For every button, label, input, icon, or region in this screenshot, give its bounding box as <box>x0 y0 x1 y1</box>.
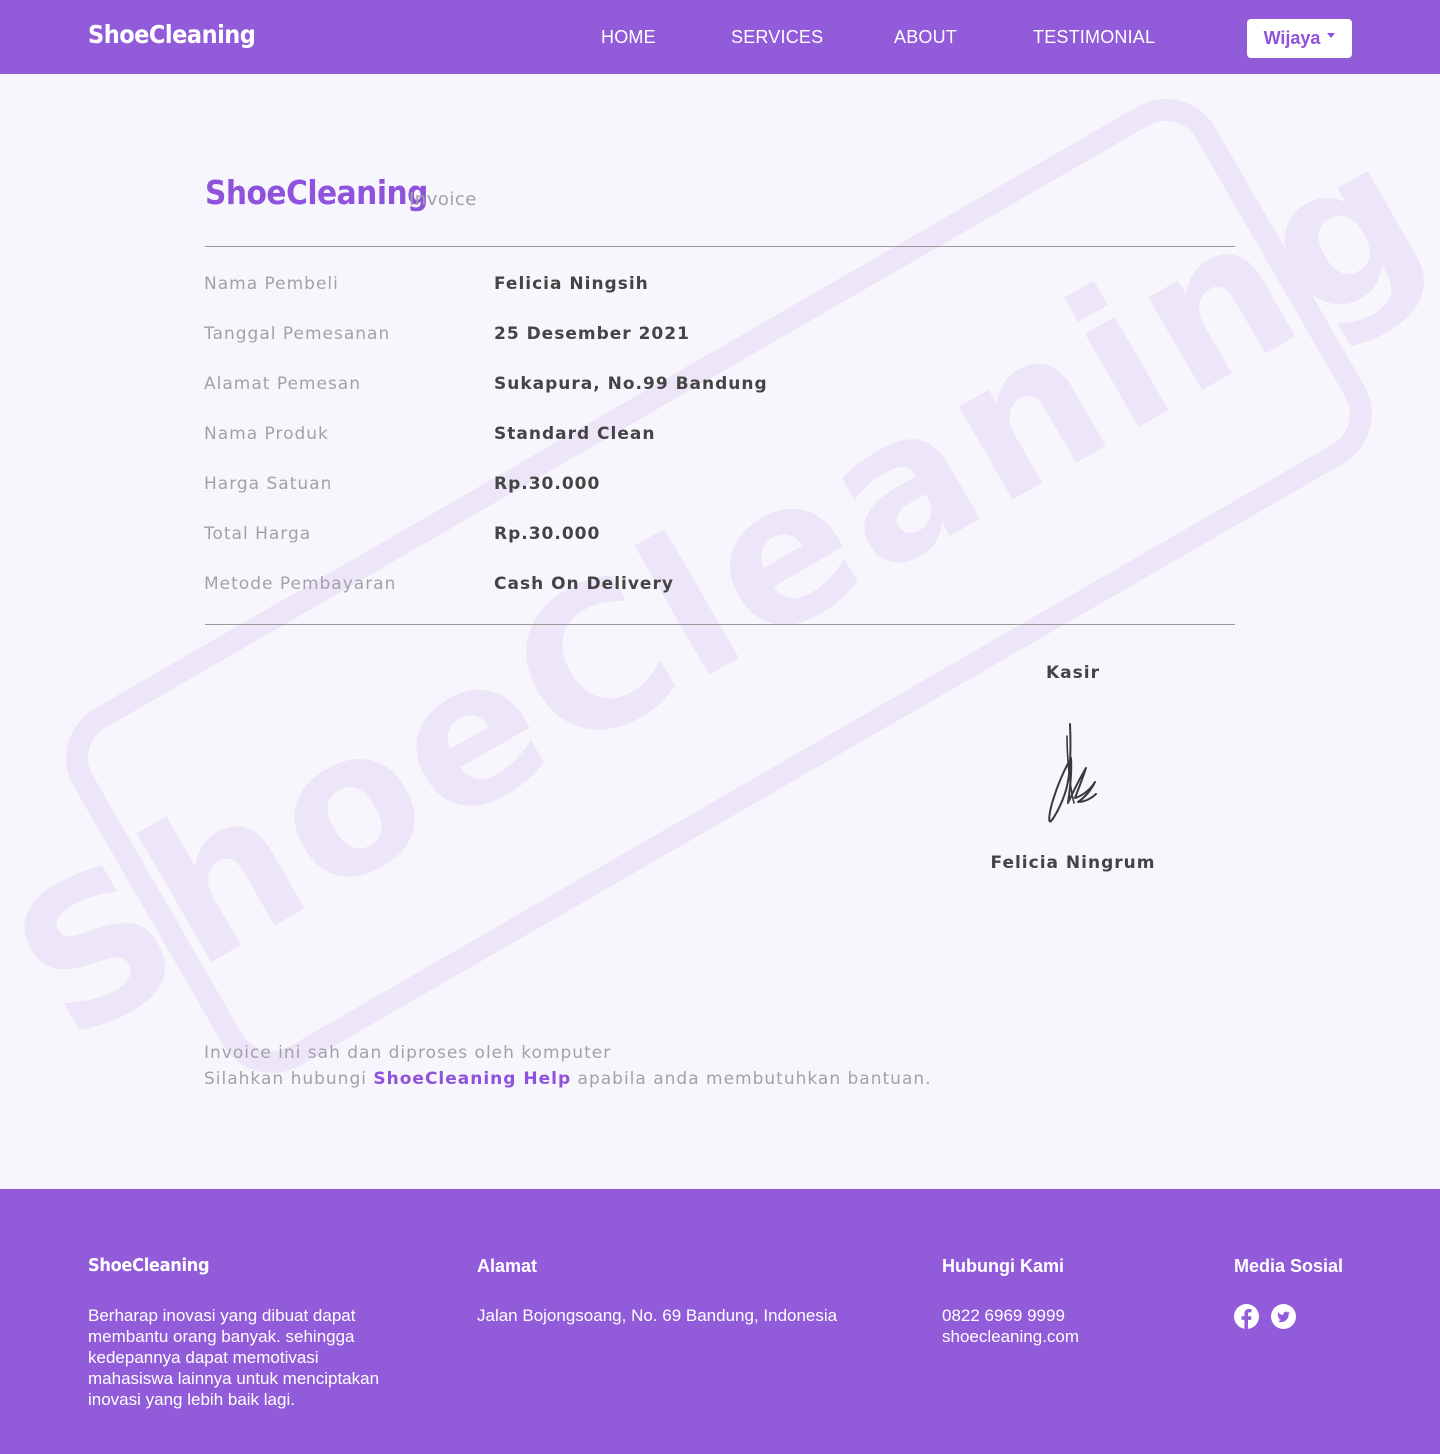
cashier-title: Kasir <box>1046 663 1100 683</box>
footer-contact: 0822 6969 9999 shoecleaning.com <box>942 1305 1079 1347</box>
cashier-name: Felicia Ningrum <box>990 853 1156 873</box>
label-payment-method: Metode Pembayaran <box>204 574 397 594</box>
value-address: Sukapura, No.99 Bandung <box>494 374 768 394</box>
footer-address: Jalan Bojongsoang, No. 69 Bandung, Indon… <box>477 1306 838 1325</box>
invoice-note-line2: Silahkan hubungi ShoeCleaning Help apabi… <box>204 1069 932 1089</box>
facebook-icon[interactable] <box>1234 1304 1259 1329</box>
label-unit-price: Harga Satuan <box>204 474 333 494</box>
twitter-icon[interactable] <box>1271 1304 1296 1329</box>
divider-bottom <box>205 624 1235 625</box>
nav-about[interactable]: ABOUT <box>894 27 957 48</box>
tagline-line: inovasi yang lebih baik lagi. <box>88 1390 295 1409</box>
value-unit-price: Rp.30.000 <box>494 474 601 494</box>
caret-down-icon <box>1327 33 1336 38</box>
note-suffix: apabila anda membutuhkan bantuan. <box>571 1069 932 1089</box>
label-address: Alamat Pemesan <box>204 374 361 394</box>
footer-brand: ShoeCleaning <box>88 1255 210 1276</box>
tagline-line: kedepannya dapat memotivasi <box>88 1348 319 1367</box>
user-dropdown-button[interactable]: Wijaya <box>1247 19 1352 58</box>
navbar: ShoeCleaning HOME SERVICES ABOUT TESTIMO… <box>0 0 1440 74</box>
tagline-line: Berharap inovasi yang dibuat dapat <box>88 1306 356 1325</box>
label-total-price: Total Harga <box>204 524 312 544</box>
footer-website[interactable]: shoecleaning.com <box>942 1326 1079 1347</box>
footer-social-title: Media Sosial <box>1234 1256 1344 1276</box>
tagline-line: membantu orang banyak. sehingga <box>88 1327 355 1346</box>
signature-image <box>1048 723 1097 823</box>
watermark-svg: ShoeCleaning <box>0 96 1440 1085</box>
label-order-date: Tanggal Pemesanan <box>204 324 391 344</box>
help-link[interactable]: ShoeCleaning Help <box>373 1069 571 1089</box>
value-total-price: Rp.30.000 <box>494 524 601 544</box>
value-order-date: 25 Desember 2021 <box>494 324 690 344</box>
label-product-name: Nama Produk <box>204 424 329 444</box>
brand-logo[interactable]: ShoeCleaning <box>88 20 256 49</box>
value-payment-method: Cash On Delivery <box>494 574 674 594</box>
invoice-subtitle: Invoice <box>409 189 477 210</box>
invoice-note-line1: Invoice ini sah dan diproses oleh komput… <box>204 1043 612 1063</box>
invoice-brand: ShoeCleaning <box>205 173 428 212</box>
nav-testimonial[interactable]: TESTIMONIAL <box>1033 27 1155 48</box>
footer-address-title: Alamat <box>477 1256 538 1276</box>
divider-top <box>205 246 1235 247</box>
nav-services[interactable]: SERVICES <box>731 27 823 48</box>
label-buyer-name: Nama Pembeli <box>204 274 339 294</box>
watermark-stamp: ShoeCleaning <box>0 74 1440 1189</box>
tagline-line: mahasiswa lainnya untuk menciptakan <box>88 1369 380 1388</box>
value-product-name: Standard Clean <box>494 424 656 444</box>
nav-home[interactable]: HOME <box>601 27 656 48</box>
footer-contact-title: Hubungi Kami <box>942 1256 1064 1276</box>
footer-phone[interactable]: 0822 6969 9999 <box>942 1305 1079 1326</box>
note-prefix: Silahkan hubungi <box>204 1069 374 1089</box>
footer-tagline: Berharap inovasi yang dibuat dapat memba… <box>88 1305 379 1410</box>
footer: ShoeCleaning Berharap inovasi yang dibua… <box>0 1189 1440 1454</box>
user-name: Wijaya <box>1263 28 1321 48</box>
value-buyer-name: Felicia Ningsih <box>494 274 649 294</box>
